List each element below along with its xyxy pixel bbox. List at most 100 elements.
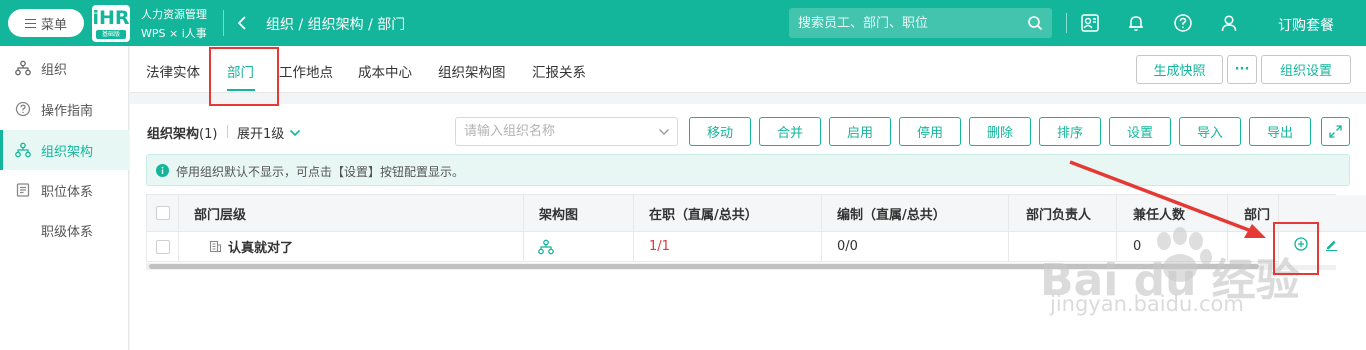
table-row[interactable]: 认真就对了 1/1 0/0 0	[147, 232, 1335, 261]
org-chart-cell[interactable]	[538, 232, 554, 261]
col-header-dept-level: 部门层级	[194, 207, 247, 223]
app-sub: WPS × i人事	[141, 27, 207, 40]
user-icon[interactable]	[1219, 13, 1239, 33]
tab-org-chart[interactable]: 组织架构图	[438, 61, 506, 81]
fullscreen-button[interactable]	[1321, 117, 1350, 146]
row-checkbox[interactable]	[156, 239, 170, 254]
delete-button[interactable]: 删除	[969, 117, 1031, 146]
scrollbar-thumb[interactable]	[149, 264, 1259, 269]
breadcrumb[interactable]: 组织 / 组织架构 / 部门	[266, 14, 405, 34]
sidebar-item-label: 操作指南	[41, 103, 94, 119]
add-circle-icon[interactable]	[1294, 237, 1308, 251]
divider	[633, 232, 634, 261]
sidebar-item-org[interactable]: 组织	[0, 48, 129, 88]
tab-department[interactable]: 部门	[227, 61, 254, 81]
divider	[1227, 232, 1228, 261]
divider	[227, 125, 228, 138]
info-icon	[156, 164, 169, 177]
col-header-dept: 部门	[1244, 207, 1271, 223]
divider	[1066, 13, 1067, 33]
org-name-search[interactable]	[455, 117, 678, 146]
divider	[223, 10, 224, 36]
more-button[interactable]: ···	[1227, 55, 1257, 84]
sidebar: 组织 操作指南 组织架构 职位体系 职级体系	[0, 46, 129, 350]
main-card: 组织架构(1) 展开1级 移动 合并 启用 停用 删除 排序 设置 导入 导出 …	[130, 104, 1366, 350]
global-search-input[interactable]	[789, 8, 1019, 38]
settings-button[interactable]: 设置	[1109, 117, 1171, 146]
import-button[interactable]: 导入	[1179, 117, 1241, 146]
back-icon[interactable]	[236, 13, 250, 33]
concurrent-cell: 0	[1133, 239, 1142, 254]
department-table: 部门层级 架构图 在职（直属/总共） 编制（直属/总共） 部门负责人 兼任人数 …	[146, 194, 1336, 262]
tab-bar: 法律实体 部门 工作地点 成本中心 组织架构图 汇报关系 生成快照 ··· 组织…	[130, 46, 1366, 93]
contacts-icon[interactable]	[1080, 13, 1100, 33]
chevron-down-icon[interactable]	[658, 126, 670, 138]
menu-icon	[24, 18, 36, 28]
col-header-concurrent: 兼任人数	[1133, 207, 1186, 223]
select-all-checkbox[interactable]	[156, 206, 170, 220]
sidebar-item-position[interactable]: 职位体系	[0, 170, 129, 210]
logo-sub: 基础版	[96, 30, 126, 39]
snapshot-button[interactable]: 生成快照	[1136, 55, 1223, 84]
app-name: 人力资源管理	[141, 8, 207, 21]
establishment-cell: 0/0	[837, 239, 858, 254]
divider	[523, 195, 524, 231]
tab-cost-center[interactable]: 成本中心	[358, 61, 412, 81]
structure-icon	[15, 142, 31, 158]
app-logo[interactable]: iHR 基础版	[92, 5, 130, 42]
tab-legal-entity[interactable]: 法律实体	[146, 61, 200, 81]
table-header: 部门层级 架构图 在职（直属/总共） 编制（直属/总共） 部门负责人 兼任人数 …	[147, 195, 1335, 232]
export-button[interactable]: 导出	[1249, 117, 1311, 146]
col-header-in-service: 在职（直属/总共）	[649, 207, 758, 223]
edit-icon[interactable]	[1325, 238, 1338, 251]
org-chart-icon[interactable]	[538, 239, 554, 255]
sidebar-item-label: 组织架构	[41, 144, 94, 160]
tree-title-label: 组织架构	[147, 127, 200, 142]
divider	[821, 195, 822, 231]
sidebar-item-label: 组织	[41, 62, 68, 78]
sidebar-item-guide[interactable]: 操作指南	[0, 89, 129, 129]
notice-banner: 停用组织默认不显示，可点击【设置】按钮配置显示。	[146, 154, 1350, 186]
col-header-dept-head: 部门负责人	[1026, 207, 1092, 223]
divider	[633, 195, 634, 231]
disable-button[interactable]: 停用	[899, 117, 961, 146]
org-settings-button[interactable]: 组织设置	[1261, 55, 1351, 84]
dept-name-cell[interactable]: 认真就对了	[209, 232, 293, 261]
col-header-establishment: 编制（直属/总共）	[837, 207, 946, 223]
merge-button[interactable]: 合并	[759, 117, 821, 146]
divider	[1116, 232, 1117, 261]
position-icon	[16, 183, 30, 197]
bell-icon[interactable]	[1126, 13, 1146, 33]
tab-work-location[interactable]: 工作地点	[279, 61, 333, 81]
logo-text: iHR	[92, 7, 130, 29]
in-service-cell[interactable]: 1/1	[649, 232, 670, 261]
move-button[interactable]: 移动	[689, 117, 751, 146]
dept-name: 认真就对了	[228, 241, 294, 256]
select-all-cell	[156, 195, 170, 231]
help-icon[interactable]	[1173, 13, 1193, 33]
divider	[821, 232, 822, 261]
sidebar-item-structure[interactable]: 组织架构	[0, 130, 129, 170]
menu-label: 菜单	[40, 17, 67, 33]
sidebar-item-grade[interactable]: 职级体系	[0, 210, 129, 250]
sort-button[interactable]: 排序	[1039, 117, 1101, 146]
global-search[interactable]	[789, 8, 1052, 38]
sidebar-item-label: 职位体系	[41, 184, 94, 200]
menu-button[interactable]: 菜单	[8, 9, 84, 37]
divider	[1227, 195, 1228, 231]
tab-reporting[interactable]: 汇报关系	[532, 61, 586, 81]
divider	[1008, 232, 1009, 261]
expand-level-select[interactable]: 展开1级	[237, 123, 301, 142]
horizontal-scrollbar[interactable]	[146, 263, 1336, 270]
department-icon	[209, 240, 221, 253]
divider	[523, 232, 524, 261]
org-name-input[interactable]	[456, 118, 651, 145]
subscribe-link[interactable]: 订购套餐	[1278, 15, 1334, 35]
search-icon[interactable]	[1027, 15, 1043, 31]
enable-button[interactable]: 启用	[829, 117, 891, 146]
divider	[178, 232, 179, 261]
help-icon	[15, 101, 31, 117]
expand-level-label: 展开1级	[237, 127, 285, 142]
tree-title: 组织架构(1)	[147, 123, 217, 142]
notice-text: 停用组织默认不显示，可点击【设置】按钮配置显示。	[176, 165, 465, 179]
